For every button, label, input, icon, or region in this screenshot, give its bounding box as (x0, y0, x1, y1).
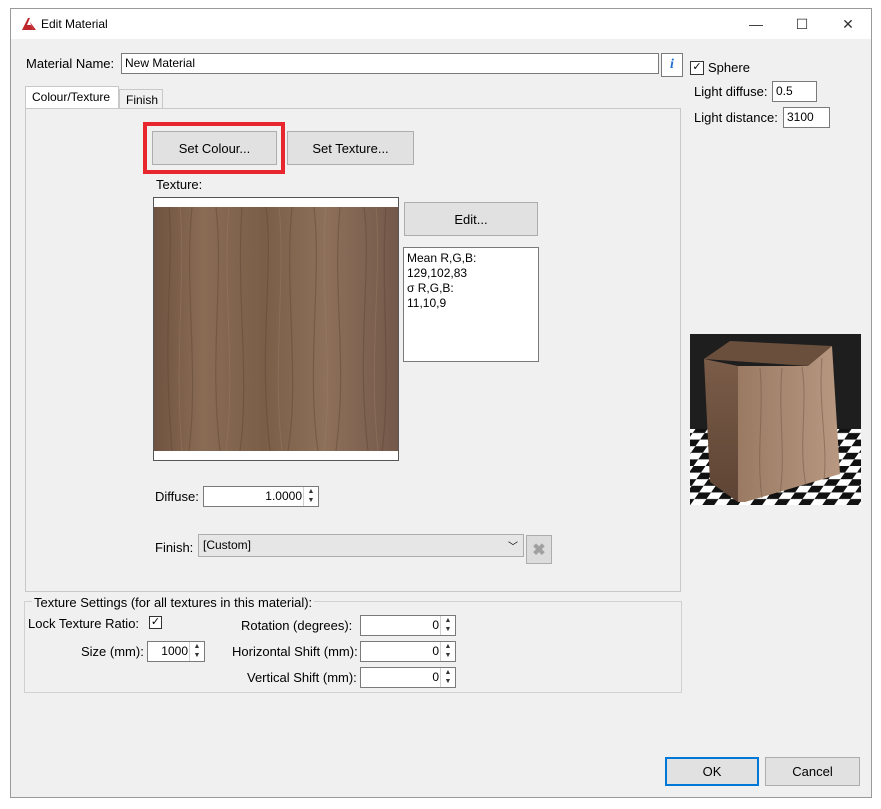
edit-material-dialog: Edit Material — ☐ ✕ Material Name: New M… (10, 8, 872, 798)
texture-preview (153, 197, 399, 461)
texture-settings-title: Texture Settings (for all textures in th… (32, 595, 315, 610)
size-value: 1000 (161, 644, 188, 658)
mean-rgb-label: Mean R,G,B: (407, 251, 477, 265)
maximize-button[interactable]: ☐ (779, 9, 825, 39)
size-label: Size (mm): (81, 644, 144, 659)
tab-finish[interactable]: Finish (119, 89, 163, 109)
tab-colour-texture[interactable]: Colour/Texture (25, 86, 119, 109)
material-preview-render (690, 334, 861, 505)
wood-texture-image (154, 207, 398, 451)
diffuse-value: 1.0000 (265, 489, 302, 503)
light-distance-label: Light distance: (694, 110, 778, 125)
ok-button[interactable]: OK (665, 757, 759, 786)
texture-stats-box: Mean R,G,B: 129,102,83 σ R,G,B: 11,10,9 (403, 247, 539, 362)
finish-value: [Custom] (203, 538, 252, 552)
cancel-button[interactable]: Cancel (765, 757, 860, 786)
spin-down-icon[interactable]: ▼ (304, 496, 318, 505)
sphere-checkbox[interactable]: ✓ (690, 61, 704, 75)
info-button[interactable]: i (661, 53, 683, 77)
horizontal-shift-value: 0 (432, 644, 439, 658)
finish-label: Finish: (155, 540, 194, 555)
finish-dropdown[interactable]: [Custom] ﹀ (198, 534, 524, 557)
spin-down-icon[interactable]: ▼ (190, 651, 204, 660)
horizontal-shift-label: Horizontal Shift (mm): (232, 644, 358, 659)
rotation-stepper[interactable]: 0 ▲ ▼ (360, 615, 456, 636)
sphere-label: Sphere (708, 60, 750, 75)
clear-finish-button[interactable]: ✖ (526, 535, 552, 564)
close-x-icon: ✖ (532, 541, 546, 559)
diffuse-stepper[interactable]: 1.0000 ▲ ▼ (203, 486, 319, 507)
spin-up-icon[interactable]: ▲ (190, 642, 204, 651)
spin-down-icon[interactable]: ▼ (441, 677, 455, 686)
vertical-shift-label: Vertical Shift (mm): (247, 670, 357, 685)
close-button[interactable]: ✕ (825, 9, 871, 39)
sigma-rgb-label: σ R,G,B: (407, 281, 454, 295)
spin-up-icon[interactable]: ▲ (441, 616, 455, 625)
material-name-input[interactable]: New Material (121, 53, 659, 74)
window-title: Edit Material (41, 17, 108, 31)
edit-texture-button[interactable]: Edit... (404, 202, 538, 236)
rotation-value: 0 (432, 618, 439, 632)
diffuse-label: Diffuse: (155, 489, 199, 504)
light-distance-input[interactable]: 3100 (783, 107, 830, 128)
material-name-label: Material Name: (26, 56, 115, 71)
vertical-shift-value: 0 (432, 670, 439, 684)
size-stepper[interactable]: 1000 ▲ ▼ (147, 641, 205, 662)
spin-down-icon[interactable]: ▼ (441, 651, 455, 660)
spin-up-icon[interactable]: ▲ (441, 668, 455, 677)
lock-ratio-label: Lock Texture Ratio: (28, 616, 140, 631)
spin-up-icon[interactable]: ▲ (304, 487, 318, 496)
spin-down-icon[interactable]: ▼ (441, 625, 455, 634)
vertical-shift-stepper[interactable]: 0 ▲ ▼ (360, 667, 456, 688)
rotation-label: Rotation (degrees): (241, 618, 353, 633)
app-logo-icon (22, 18, 36, 30)
texture-label: Texture: (156, 177, 203, 192)
light-diffuse-input[interactable]: 0.5 (772, 81, 817, 102)
title-bar: Edit Material — ☐ ✕ (11, 9, 871, 39)
chevron-down-icon: ﹀ (508, 542, 518, 553)
spin-up-icon[interactable]: ▲ (441, 642, 455, 651)
lock-ratio-checkbox[interactable]: ✓ (149, 616, 162, 629)
horizontal-shift-stepper[interactable]: 0 ▲ ▼ (360, 641, 456, 662)
minimize-button[interactable]: — (733, 9, 779, 39)
set-texture-button[interactable]: Set Texture... (287, 131, 414, 165)
set-colour-button[interactable]: Set Colour... (152, 131, 277, 165)
sigma-rgb-value: 11,10,9 (407, 296, 447, 310)
light-diffuse-label: Light diffuse: (694, 84, 768, 99)
mean-rgb-value: 129,102,83 (407, 266, 468, 280)
